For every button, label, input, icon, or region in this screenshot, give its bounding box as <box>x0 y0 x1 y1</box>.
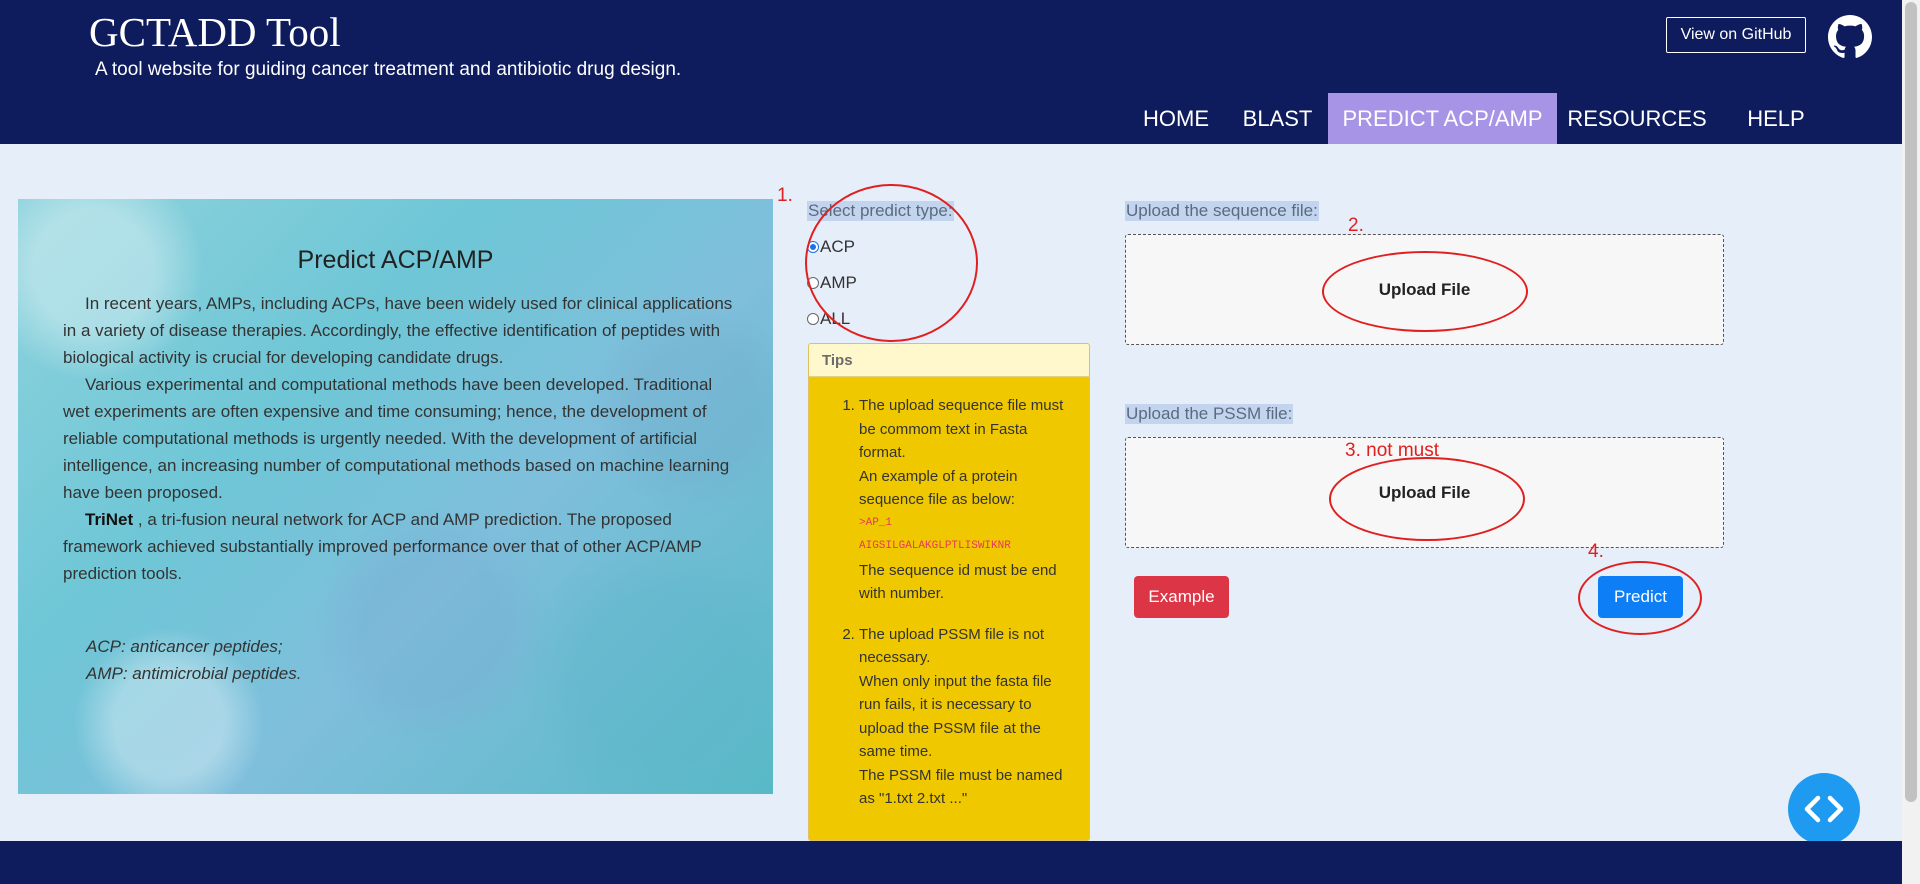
radio-label: ACP <box>820 237 855 256</box>
view-on-github-button[interactable]: View on GitHub <box>1666 17 1806 53</box>
annotation-4: 4. <box>1588 541 1604 562</box>
trinet-description: , a tri-fusion neural network for ACP an… <box>63 510 702 583</box>
radio-all[interactable]: ALL <box>807 309 850 329</box>
sequence-upload-button[interactable]: Upload File <box>1125 234 1724 345</box>
annotation-3: 3. not must <box>1345 440 1439 461</box>
site-header: GCTADD Tool A tool website for guiding c… <box>0 0 1902 144</box>
intro-panel: Predict ACP/AMP In recent years, AMPs, i… <box>18 199 773 794</box>
abbreviations: ACP: anticancer peptides; AMP: antimicro… <box>86 633 301 687</box>
intro-text: In recent years, AMPs, including ACPs, h… <box>63 290 743 587</box>
predict-type-label: Select predict type: <box>807 201 954 221</box>
radio-label: ALL <box>820 309 851 328</box>
tip-item: The upload sequence file must be commom … <box>859 394 1075 606</box>
tips-panel: Tips The upload sequence file must be co… <box>808 343 1090 841</box>
nav-predict[interactable]: PREDICT ACP/AMP <box>1328 93 1557 144</box>
example-button[interactable]: Example <box>1134 576 1229 618</box>
intro-title: Predict ACP/AMP <box>297 246 494 274</box>
nav-resources[interactable]: RESOURCES <box>1567 93 1707 144</box>
page-scrollbar[interactable] <box>1902 0 1920 884</box>
nav-blast[interactable]: BLAST <box>1231 93 1324 144</box>
scrollbar-thumb[interactable] <box>1905 2 1917 802</box>
annotation-1: 1. <box>777 185 793 206</box>
acp-abbreviation: ACP: anticancer peptides; <box>86 637 283 656</box>
annotation-2: 2. <box>1348 215 1364 236</box>
nav-help[interactable]: HELP <box>1727 93 1825 144</box>
tips-list: The upload sequence file must be commom … <box>809 377 1089 811</box>
intro-paragraph: TriNet , a tri-fusion neural network for… <box>63 506 743 587</box>
fasta-example-sequence: AIGSILGALAKGLPTLISWIKNR <box>859 540 1011 552</box>
radio-button[interactable] <box>807 277 819 289</box>
tip-text: The sequence id must be end with number. <box>859 561 1057 603</box>
trinet-name: TriNet <box>85 510 134 529</box>
tip-text: The upload sequence file must be commom … <box>859 397 1064 461</box>
radio-amp[interactable]: AMP <box>807 273 857 293</box>
radio-button-checked[interactable] <box>807 241 819 253</box>
site-title: GCTADD Tool <box>89 9 341 55</box>
radio-label: AMP <box>820 273 857 292</box>
nav-home[interactable]: HOME <box>1131 93 1221 144</box>
radio-button[interactable] <box>807 313 819 325</box>
tips-title: Tips <box>809 344 1089 377</box>
tip-text: When only input the fasta file run fails… <box>859 672 1052 761</box>
site-footer <box>0 841 1902 884</box>
code-toggle-button[interactable] <box>1788 773 1860 845</box>
sequence-upload-label: Upload the sequence file: <box>1125 201 1319 221</box>
github-icon[interactable] <box>1828 15 1872 59</box>
radio-acp[interactable]: ACP <box>807 237 855 257</box>
tip-item: The upload PSSM file is not necessary. W… <box>859 623 1075 811</box>
tip-text: The PSSM file must be named as "1.txt 2.… <box>859 766 1063 808</box>
code-icon <box>1804 795 1844 823</box>
intro-paragraph: Various experimental and computational m… <box>63 375 730 502</box>
site-subtitle: A tool website for guiding cancer treatm… <box>95 59 682 80</box>
fasta-example-id: >AP_1 <box>859 516 893 529</box>
pssm-upload-label: Upload the PSSM file: <box>1125 404 1294 424</box>
main-nav: HOME BLAST PREDICT ACP/AMP RESOURCES HEL… <box>0 93 1902 144</box>
tip-text: An example of a protein sequence file as… <box>859 467 1018 509</box>
tip-text: The upload PSSM file is not necessary. <box>859 625 1045 667</box>
amp-abbreviation: AMP: antimicrobial peptides. <box>86 664 302 683</box>
predict-button[interactable]: Predict <box>1598 576 1683 618</box>
intro-paragraph: In recent years, AMPs, including ACPs, h… <box>63 294 733 367</box>
